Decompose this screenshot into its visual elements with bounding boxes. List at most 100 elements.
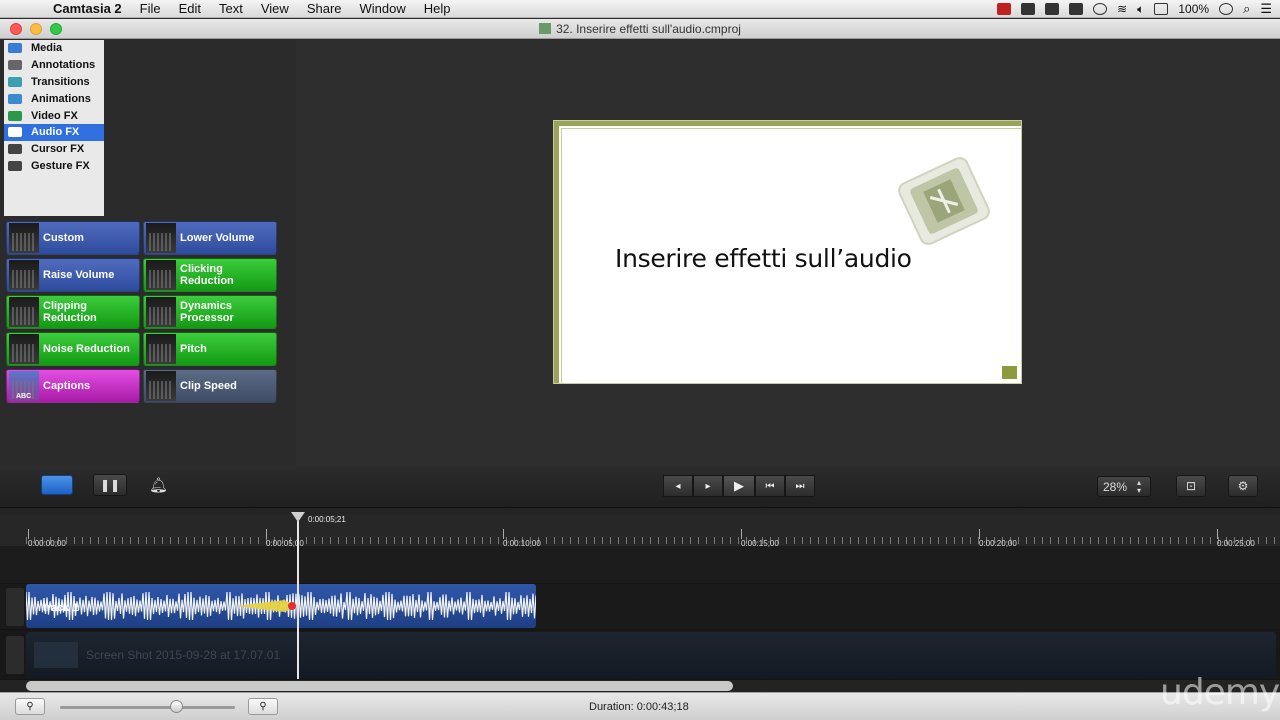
app-menu[interactable]: Camtasia 2 [44, 1, 131, 16]
project-file-icon [539, 23, 552, 34]
video-fx-icon [8, 110, 22, 121]
playhead[interactable] [297, 515, 299, 679]
task-audio-fx[interactable]: Audio FX [4, 123, 104, 141]
menu-share[interactable]: Share [298, 1, 351, 16]
tick-label: 0:00:15;00 [741, 529, 779, 548]
task-cursor-fx[interactable]: Cursor FX [4, 141, 104, 158]
window-title: 32. Inserire effetti sull'audio.cmproj [0, 22, 1280, 36]
task-label: Gesture FX [31, 159, 90, 172]
menu-file[interactable]: File [131, 1, 170, 16]
menu-view[interactable]: View [252, 1, 298, 16]
effect-thumbnail-icon: ABC [9, 371, 39, 401]
effect-thumbnail-icon [146, 260, 176, 290]
step-forward-button[interactable]: ▸ [693, 475, 723, 497]
effect-pitch-button[interactable]: Pitch [143, 332, 277, 366]
cloud-icon[interactable] [1069, 3, 1084, 15]
menu-text[interactable]: Text [210, 1, 252, 16]
track-1-handle[interactable] [6, 588, 24, 626]
pause-button[interactable]: ❚❚ [93, 474, 127, 496]
spotlight-search-icon[interactable]: ⌕ [1243, 1, 1250, 17]
playback-controls: ◂ ▸ ▶ ⏮ ⏭ [663, 475, 815, 497]
tick-label: 0:00:00;00 [28, 529, 66, 548]
effect-raise-volume-button[interactable]: Raise Volume [6, 258, 140, 292]
notification-icon[interactable] [1021, 3, 1036, 15]
canvas-preview[interactable]: Inserire effetti sull’audio [554, 121, 1021, 383]
clock-icon[interactable] [1154, 3, 1169, 15]
canvas-zoom-select[interactable]: 28% ▴ ▾ [1097, 476, 1151, 497]
effect-noise-reduction-button[interactable]: Noise Reduction [6, 332, 140, 366]
record-status-icon[interactable] [997, 3, 1012, 15]
battery-label[interactable]: 100% [1178, 2, 1209, 16]
effect-lower-volume-button[interactable]: Lower Volume [143, 221, 277, 255]
zoom-in-search-icon[interactable]: ⚲ [248, 698, 278, 715]
task-video-fx[interactable]: Video FX [4, 107, 104, 124]
effect-clicking-reduction-button[interactable]: Clicking Reduction [143, 258, 277, 292]
effect-custom-button[interactable]: Custom [6, 221, 140, 255]
effect-label: Lower Volume [180, 232, 255, 244]
effect-thumbnail-icon [9, 223, 39, 253]
effect-clip-speed-button[interactable]: Clip Speed [143, 369, 277, 403]
task-label: Audio FX [31, 126, 80, 139]
go-to-end-button[interactable]: ⏭ [785, 475, 815, 497]
zoom-out-search-icon[interactable]: ⚲ [15, 698, 45, 715]
effect-thumbnail-icon [146, 223, 176, 253]
clip-thumbnail [34, 642, 78, 668]
timeline-scrollbar[interactable] [26, 681, 733, 691]
effect-clipping-reduction-button[interactable]: Clipping Reduction [6, 295, 140, 329]
volume-point-marker[interactable] [236, 598, 298, 614]
crop-icon[interactable]: ⊡ [1176, 475, 1206, 497]
audio-fx-icon [8, 127, 22, 138]
track-label: track 1 [43, 602, 79, 614]
effect-thumbnail-icon [146, 297, 176, 327]
animations-icon [8, 93, 22, 104]
task-label: Transitions [31, 75, 90, 88]
udemy-watermark: udemy [1160, 672, 1280, 713]
cursor-fx-icon [8, 144, 22, 155]
task-label: Annotations [31, 59, 96, 72]
window-titlebar: 32. Inserire effetti sull'audio.cmproj [0, 19, 1280, 39]
zoom-slider-knob[interactable] [170, 700, 183, 713]
task-annotations[interactable]: Annotations [4, 57, 104, 74]
task-label: Video FX [31, 109, 78, 122]
task-gesture-fx[interactable]: Gesture FX [4, 158, 104, 175]
task-label: Animations [31, 92, 91, 105]
volume-icon[interactable]: 🔈︎ [1137, 2, 1144, 17]
settings-gear-icon[interactable]: ⚙ [1228, 475, 1258, 497]
task-media[interactable]: Media [4, 40, 104, 57]
track-2-handle[interactable] [6, 636, 24, 674]
audio-clip[interactable]: track 1 [26, 584, 536, 628]
effect-label: Pitch [180, 343, 207, 355]
video-clip[interactable]: Screen Shot 2015-09-28 at 17.07.01 [26, 632, 1276, 678]
bell-icon[interactable]: 🔔︎ [149, 476, 168, 494]
task-list: Media Annotations Transitions Animations Vid… [4, 40, 104, 216]
record-screen-button[interactable] [41, 475, 73, 495]
effect-label: Custom [43, 232, 84, 244]
user-icon[interactable] [1219, 3, 1234, 15]
effect-thumbnail-icon [146, 334, 176, 364]
tick-label: 0:00:10;00 [503, 529, 541, 548]
effect-thumbnail-icon [9, 260, 39, 290]
menu-window[interactable]: Window [351, 1, 415, 16]
timeline-zoom-slider[interactable] [60, 706, 235, 709]
gesture-fx-icon [8, 160, 22, 171]
task-transitions[interactable]: Transitions [4, 74, 104, 91]
wifi-icon[interactable]: ≋ [1117, 2, 1127, 16]
playhead-time: 0:00:05;21 [308, 515, 346, 524]
play-button[interactable]: ▶ [723, 475, 755, 497]
slide-title: Inserire effetti sull’audio [615, 244, 912, 273]
step-back-button[interactable]: ◂ [663, 475, 693, 497]
dropbox-icon[interactable] [1045, 3, 1060, 15]
notification-center-icon[interactable]: ☰ [1260, 1, 1272, 17]
effect-dynamics-processor-button[interactable]: Dynamics Processor [143, 295, 277, 329]
effect-label: Dynamics Processor [180, 300, 234, 324]
task-animations[interactable]: Animations [4, 90, 104, 107]
effect-label: Clip Speed [180, 380, 237, 392]
menu-help[interactable]: Help [415, 1, 460, 16]
tick-label: 0:00:20;00 [979, 529, 1017, 548]
menu-edit[interactable]: Edit [170, 1, 210, 16]
effect-captions-button[interactable]: ABC Captions [6, 369, 140, 403]
time-machine-icon[interactable] [1093, 3, 1108, 15]
clip-label: Screen Shot 2015-09-28 at 17.07.01 [86, 648, 281, 662]
timeline-ruler[interactable] [0, 514, 1280, 550]
go-to-start-button[interactable]: ⏮ [755, 475, 785, 497]
